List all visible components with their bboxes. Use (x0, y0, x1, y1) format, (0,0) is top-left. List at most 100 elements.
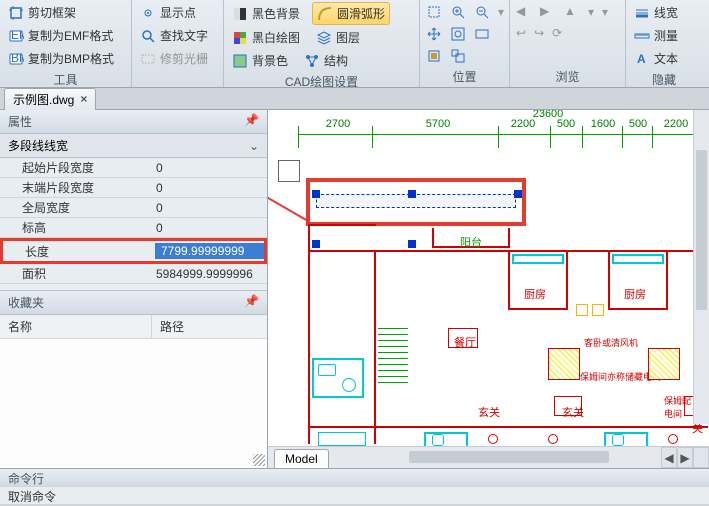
bgcolor-icon (232, 53, 248, 69)
close-icon[interactable]: × (80, 92, 87, 106)
bw-draw-button[interactable]: 黑白绘图 (228, 27, 304, 48)
pos-btn-5[interactable] (424, 24, 444, 44)
structure-button[interactable]: 结构 (300, 50, 352, 71)
search-icon (140, 28, 156, 44)
prop-row[interactable]: 起始片段宽度0 (0, 158, 267, 178)
br-btn-7[interactable]: ↪ (532, 24, 546, 42)
model-tab[interactable]: Model (274, 449, 329, 468)
properties-category[interactable]: 多段线线宽 ⌄ (0, 134, 267, 158)
room-label: 玄关 (478, 404, 500, 420)
prop-value[interactable]: 0 (152, 221, 267, 235)
br-btn-1[interactable]: ◀ (514, 2, 534, 22)
pin-icon[interactable]: 📌 (244, 113, 259, 130)
emf-icon: EMF (8, 28, 24, 44)
br-btn-4[interactable]: ▾ (586, 2, 596, 22)
copy-emf-button[interactable]: EMF复制为EMF格式 (4, 25, 127, 46)
length-input[interactable] (159, 243, 260, 259)
fav-col-path[interactable]: 路径 (152, 315, 192, 338)
scrollbar-thumb[interactable] (696, 150, 707, 310)
br-btn-2[interactable]: ▶ (538, 2, 558, 22)
pos-btn-1[interactable] (424, 2, 444, 22)
pos-btn-8[interactable] (424, 46, 444, 66)
br-btn-8[interactable]: ⟳ (550, 24, 564, 42)
linewidth-button[interactable]: 线宽 (630, 2, 698, 23)
dim-text: 2200 (511, 118, 535, 130)
point-icon (140, 5, 156, 21)
text-icon: A (634, 51, 650, 67)
properties-list: 起始片段宽度0 末端片段宽度0 全局宽度0 标高0 长度 面积5984999.9… (0, 158, 267, 284)
prop-value-editing[interactable] (155, 243, 264, 259)
copy-emf-label: 复制为EMF格式 (28, 27, 113, 44)
svg-text:A: A (637, 52, 646, 66)
properties-panel: 属性 📌 多段线线宽 ⌄ 起始片段宽度0 末端片段宽度0 全局宽度0 标高0 长… (0, 110, 268, 468)
prop-value[interactable]: 5984999.9999996 (152, 267, 267, 281)
prop-row[interactable]: 标高0 (0, 218, 267, 238)
scrollbar-vertical[interactable] (693, 110, 709, 424)
prop-value[interactable]: 0 (152, 201, 267, 215)
fit-icon (450, 26, 466, 42)
ribbon-group-hide-label: 隐藏 (630, 69, 698, 88)
resize-grip[interactable] (253, 454, 265, 466)
measure-button[interactable]: 测量 (630, 25, 698, 46)
prop-row[interactable]: 全局宽度0 (0, 198, 267, 218)
bg-color-button[interactable]: 背景色 (228, 50, 292, 71)
scrollbar-horizontal[interactable] (329, 447, 661, 468)
drawing-area: 2700 5700 23600 2200 500 1600 500 2200 (268, 110, 709, 468)
crop-icon (8, 5, 24, 21)
prop-row[interactable]: 末端片段宽度0 (0, 178, 267, 198)
ribbon-group-browse: ◀ ▶ ▲ ▾ ▾ ↩ ↪ ⟳ 浏览 (510, 0, 626, 87)
find-text-label: 查找文字 (160, 27, 208, 44)
trim-raster-button[interactable]: 修剪光栅 (136, 48, 219, 69)
floorplan: 厨房 厨房 阳台 餐厅 客卧或清风机 保姆间亦称储藏电间 保姆配电间 (308, 178, 691, 446)
ribbon-group-tools-label: 工具 (4, 69, 127, 88)
prop-value[interactable]: 0 (152, 181, 267, 195)
pin-icon[interactable]: 📌 (244, 294, 259, 311)
fav-col-name[interactable]: 名称 (0, 315, 152, 338)
prop-value[interactable]: 0 (152, 161, 267, 175)
zoom-in-icon (450, 4, 466, 20)
copy-bmp-button[interactable]: BMP复制为BMP格式 (4, 48, 127, 69)
layers-label: 图层 (336, 29, 360, 46)
scroll-left-button[interactable]: ◀ (661, 447, 677, 468)
dim-text: 2700 (326, 118, 350, 130)
smooth-arc-button[interactable]: 圆滑弧形 (312, 2, 390, 25)
command-line-label: 命令行 (8, 472, 44, 486)
room-label: 客卧或清风机 (584, 336, 638, 349)
favorites-body (0, 339, 267, 468)
show-points-label: 显示点 (160, 4, 196, 21)
ribbon-group-pos-label: 位置 (424, 66, 505, 85)
pos-btn-6[interactable] (448, 24, 468, 44)
pos-btn-3[interactable] (472, 2, 492, 22)
bw-draw-label: 黑白绘图 (252, 29, 300, 46)
pos-btn-2[interactable] (448, 2, 468, 22)
black-bg-button[interactable]: 黑色背景 (228, 2, 304, 25)
br-btn-6[interactable]: ↩ (514, 24, 528, 42)
pos-btn-9[interactable] (448, 46, 468, 66)
br-btn-5[interactable]: ▾ (600, 2, 610, 22)
favorites-title: 收藏夹 (8, 294, 44, 311)
scroll-right-button[interactable]: ▶ (677, 447, 693, 468)
br-btn-3[interactable]: ▲ (562, 2, 582, 22)
crop-frame-button[interactable]: 剪切框架 (4, 2, 127, 23)
command-line-bar: 命令行 (0, 468, 709, 486)
room-label: 厨房 (624, 286, 646, 302)
show-points-button[interactable]: 显示点 (136, 2, 219, 23)
doc-tab-active[interactable]: 示例图.dwg × (4, 88, 96, 110)
chevron-down-icon[interactable]: ⌄ (249, 139, 259, 153)
favorites-columns: 名称 路径 (0, 315, 267, 339)
status-text: 取消命令 (8, 490, 56, 504)
pan-icon (426, 26, 442, 42)
scrollbar-thumb[interactable] (409, 451, 609, 463)
window-icon (426, 48, 442, 64)
drawing-canvas[interactable]: 2700 5700 23600 2200 500 1600 500 2200 (268, 110, 709, 446)
prop-row[interactable]: 面积5984999.9999996 (0, 264, 267, 284)
layers-button[interactable]: 图层 (312, 27, 364, 48)
prop-row-length[interactable]: 长度 (0, 238, 267, 264)
prop-label: 末端片段宽度 (0, 179, 152, 196)
pos-btn-7[interactable] (472, 24, 492, 44)
find-text-button[interactable]: 查找文字 (136, 25, 219, 46)
prop-label: 全局宽度 (0, 199, 152, 216)
ruler-icon (634, 28, 650, 44)
text-button[interactable]: A文本 (630, 48, 698, 69)
pos-btn-4[interactable]: ▾ (496, 2, 506, 22)
